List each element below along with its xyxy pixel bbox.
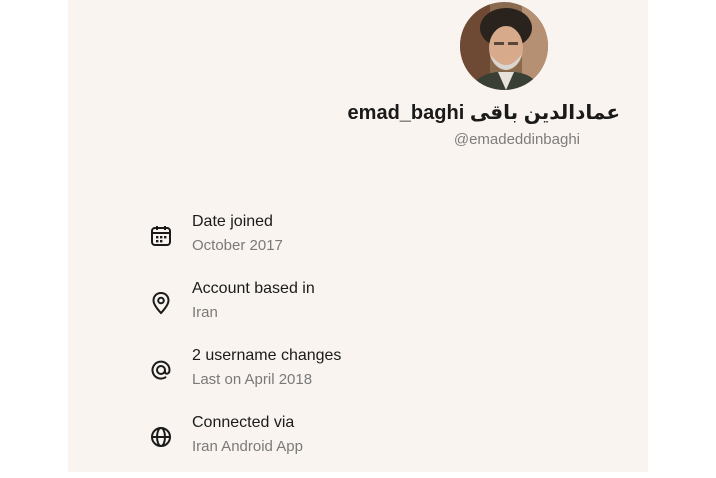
info-label: 2 username changes — [192, 347, 342, 364]
info-value: Last on April 2018 — [192, 371, 313, 388]
info-label: Account based in — [192, 280, 315, 297]
globe-icon — [148, 424, 174, 450]
profile-about-card: emad_baghi عمادالدین باقی @emadeddinbagh… — [68, 0, 648, 472]
info-value: October 2017 — [192, 237, 283, 254]
info-row-date-joined: Date joined October 2017 — [148, 213, 568, 265]
at-sign-icon — [148, 357, 174, 383]
username-handle: @emadeddinbaghi — [453, 131, 580, 148]
info-label: Date joined — [192, 213, 273, 230]
info-row-username-changes: 2 username changes Last on April 2018 — [148, 347, 568, 399]
info-value: Iran Android App — [192, 438, 303, 455]
info-row-account-based-in: Account based in Iran — [148, 280, 568, 332]
info-label: Connected via — [192, 414, 295, 431]
info-value: Iran — [192, 304, 218, 321]
avatar[interactable] — [460, 2, 548, 90]
display-name: emad_baghi عمادالدین باقی — [347, 102, 620, 124]
calendar-icon — [148, 223, 174, 249]
location-pin-icon — [148, 290, 174, 316]
info-row-connected-via: Connected via Iran Android App — [148, 414, 568, 466]
